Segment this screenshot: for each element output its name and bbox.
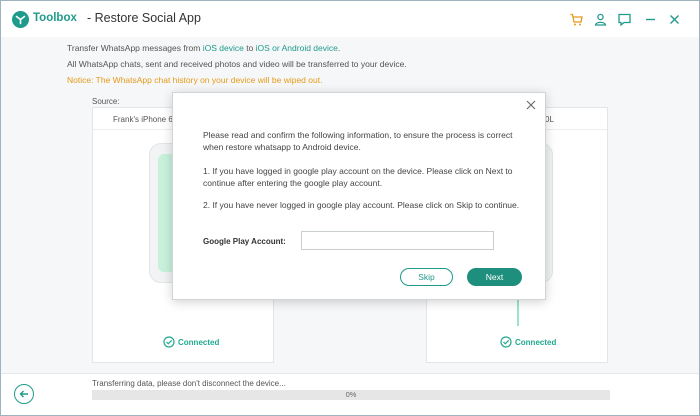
connected-label: Connected xyxy=(178,337,220,347)
ios-device-link[interactable]: iOS device xyxy=(203,43,244,53)
connected-label: Connected xyxy=(515,337,557,347)
dialog-paragraph-2: 1. If you have logged in google play acc… xyxy=(203,166,513,188)
source-connected-status: Connected xyxy=(163,336,219,348)
intro-line-1: Transfer WhatsApp messages from iOS devi… xyxy=(67,43,340,53)
dialog-close-icon[interactable] xyxy=(525,99,537,111)
intro-text: to xyxy=(243,43,256,53)
intro-line-2: All WhatsApp chats, sent and received ph… xyxy=(67,59,407,69)
bottom-bar: Transferring data, please don't disconne… xyxy=(1,373,699,415)
intro-text: Transfer WhatsApp messages from xyxy=(67,43,203,53)
transfer-progress-bar: 0% xyxy=(92,390,610,400)
dialog-paragraph-3: 2. If you have never logged in google pl… xyxy=(203,200,520,210)
skip-button[interactable]: Skip xyxy=(400,268,453,286)
google-account-dialog: Please read and confirm the following in… xyxy=(172,92,546,300)
check-circle-icon xyxy=(500,336,512,348)
close-icon[interactable] xyxy=(667,12,682,27)
connection-line xyxy=(517,298,519,326)
brand-name: Toolbox xyxy=(33,12,77,24)
arrow-left-icon xyxy=(19,390,28,398)
google-play-account-input[interactable] xyxy=(301,231,494,250)
check-circle-icon xyxy=(163,336,175,348)
user-icon[interactable] xyxy=(593,12,608,27)
notice-text: Notice: The WhatsApp chat history on you… xyxy=(67,75,323,85)
source-label: Source: xyxy=(92,97,120,106)
title-bar: Toolbox - Restore Social App xyxy=(1,1,699,37)
next-button[interactable]: Next xyxy=(467,268,522,286)
google-play-account-label: Google Play Account: xyxy=(203,237,286,246)
dialog-paragraph-1: Please read and confirm the following in… xyxy=(203,130,513,152)
progress-percent: 0% xyxy=(345,390,357,399)
ios-android-device-link[interactable]: iOS or Android device xyxy=(256,43,338,53)
destination-connected-status: Connected xyxy=(500,336,556,348)
back-button[interactable] xyxy=(14,384,34,404)
minimize-icon[interactable] xyxy=(643,12,658,27)
feedback-icon[interactable] xyxy=(617,12,632,27)
toolbox-logo-icon xyxy=(12,11,29,28)
intro-text: . xyxy=(337,43,341,53)
transfer-status-text: Transferring data, please don't disconne… xyxy=(92,379,286,388)
window-title: - Restore Social App xyxy=(87,11,201,25)
cart-icon[interactable] xyxy=(569,12,584,27)
